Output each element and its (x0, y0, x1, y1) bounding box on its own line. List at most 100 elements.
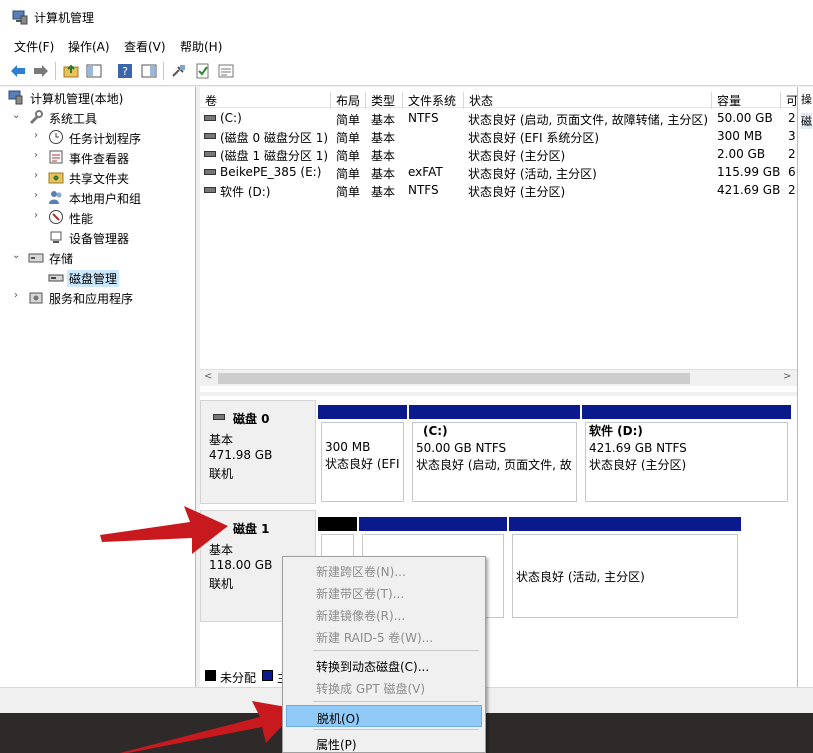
volume-layout: 简单 (336, 113, 361, 127)
drive-icon (204, 187, 216, 193)
tree-label: 设备管理器 (69, 232, 130, 246)
menu-new-striped-volume[interactable]: 新建带区卷(T)... (286, 581, 482, 603)
menu-view[interactable]: 查看(V) (124, 38, 166, 55)
disk0-partition-c[interactable]: (C:) 50.00 GB NTFS 状态良好 (启动, 页面文件, 故 (409, 405, 580, 505)
col-status[interactable]: 状态 (463, 92, 493, 109)
legend-primary-swatch (262, 670, 273, 681)
disk0-partition-efi[interactable]: 300 MB 状态良好 (EFI (318, 405, 407, 505)
disk-name: 磁盘 1 (233, 522, 270, 536)
properties-pane-icon[interactable] (140, 62, 158, 80)
toolbar: ? (0, 56, 813, 86)
tree-label: 服务和应用程序 (49, 292, 134, 306)
disk0-partition-d[interactable]: 软件 (D:) 421.69 GB NTFS 状态良好 (主分区) (582, 405, 791, 505)
volume-capacity: 300 MB (717, 129, 763, 143)
table-row[interactable]: BeikePE_385 (E:) 简单 基本 exFAT 状态良好 (活动, 主… (200, 163, 797, 181)
chevron-right-icon[interactable]: › (14, 290, 18, 301)
list-view-icon[interactable] (217, 62, 235, 80)
up-folder-icon[interactable] (62, 62, 80, 80)
partition-status: 状态良好 (EFI (325, 457, 400, 471)
chevron-down-icon[interactable]: ⌄ (12, 250, 20, 261)
scroll-left-icon[interactable]: < (204, 371, 212, 382)
primary-partition-bar (318, 405, 407, 419)
scroll-right-icon[interactable]: > (783, 371, 791, 382)
services-icon (29, 292, 43, 304)
volume-status: 状态良好 (EFI 系统分区) (468, 131, 600, 145)
tree-item-device-manager[interactable]: 设备管理器 (0, 227, 196, 247)
disk-0-label[interactable]: 磁盘 0 基本 471.98 GB 联机 (200, 400, 316, 504)
chevron-right-icon[interactable]: › (34, 190, 38, 201)
actions-panel: 操 磁 (797, 87, 813, 687)
show-hide-tree-icon[interactable] (85, 62, 103, 80)
volume-name: (磁盘 0 磁盘分区 1) (220, 131, 329, 145)
disk1-partition-e[interactable]: 状态良好 (活动, 主分区) (509, 517, 741, 621)
drive-icon (204, 115, 216, 121)
menu-label: 新建 RAID-5 卷(W)... (316, 631, 434, 645)
menu-properties[interactable]: 属性(P) (286, 732, 482, 752)
partition-status: 状态良好 (主分区) (589, 458, 687, 472)
scroll-thumb[interactable] (218, 373, 690, 384)
menu-label: 转换到动态磁盘(C)... (316, 660, 430, 674)
col-type[interactable]: 类型 (365, 92, 395, 109)
tree-item-local-users[interactable]: › 本地用户和组 (0, 187, 196, 207)
primary-partition-bar (509, 517, 741, 531)
menu-new-mirrored-volume[interactable]: 新建镜像卷(R)... (286, 603, 482, 625)
check-document-icon[interactable] (194, 62, 212, 80)
volume-status: 状态良好 (主分区) (468, 185, 566, 199)
menu-help[interactable]: 帮助(H) (180, 38, 222, 55)
menu-new-raid5-volume[interactable]: 新建 RAID-5 卷(W)... (286, 625, 482, 647)
tree-item-storage[interactable]: ⌄ 存储 (0, 247, 196, 267)
back-arrow-icon[interactable] (9, 62, 27, 80)
menu-label: 脱机(O) (317, 712, 360, 726)
tree-item-task-scheduler[interactable]: › 任务计划程序 (0, 127, 196, 147)
col-extra[interactable]: 可 (780, 92, 798, 109)
table-row[interactable]: (磁盘 0 磁盘分区 1) 简单 基本 状态良好 (EFI 系统分区) 300 … (200, 127, 797, 145)
col-capacity[interactable]: 容量 (711, 92, 741, 109)
partition-body: 软件 (D:) 421.69 GB NTFS 状态良好 (主分区) (585, 422, 788, 502)
horizontal-scrollbar[interactable]: < > (200, 369, 797, 386)
tree-item-performance[interactable]: › 性能 (0, 207, 196, 227)
disk-icon (213, 414, 225, 420)
tree-label: 本地用户和组 (69, 192, 142, 206)
tree-item-event-viewer[interactable]: › 事件查看器 (0, 147, 196, 167)
tree-item-root[interactable]: 计算机管理(本地) (0, 87, 196, 107)
tree-item-system-tools[interactable]: ⌄ 系统工具 (0, 107, 196, 127)
table-row[interactable]: (磁盘 1 磁盘分区 1) 简单 基本 状态良好 (主分区) 2.00 GB 2 (200, 145, 797, 163)
chevron-right-icon[interactable]: › (34, 130, 38, 141)
drive-icon (204, 151, 216, 157)
forward-arrow-icon[interactable] (32, 62, 50, 80)
tree-item-disk-management[interactable]: 磁盘管理 (0, 267, 196, 287)
menu-separator (313, 650, 479, 651)
menu-bar: 文件(F) 操作(A) 查看(V) 帮助(H) (0, 34, 813, 56)
table-row[interactable]: 软件 (D:) 简单 基本 NTFS 状态良好 (主分区) 421.69 GB … (200, 181, 797, 199)
table-row[interactable]: (C:) 简单 基本 NTFS 状态良好 (启动, 页面文件, 故障转储, 主分… (200, 109, 797, 127)
col-filesystem[interactable]: 文件系统 (402, 92, 456, 109)
disk-size: 118.00 GB (209, 558, 273, 572)
help-icon[interactable]: ? (116, 62, 134, 80)
menu-offline[interactable]: 脱机(O) (286, 705, 482, 727)
menu-label: 转换成 GPT 磁盘(V) (316, 682, 426, 696)
volume-status: 状态良好 (主分区) (468, 149, 566, 163)
menu-file[interactable]: 文件(F) (14, 38, 54, 55)
chevron-right-icon[interactable]: › (34, 210, 38, 221)
volume-name: (C:) (220, 111, 242, 125)
title-bar: 计算机管理 (0, 0, 813, 34)
tree-label: 性能 (69, 212, 94, 226)
actions-item[interactable]: 磁 (801, 113, 812, 129)
chevron-down-icon[interactable]: ⌄ (12, 110, 20, 121)
volume-type: 基本 (371, 131, 396, 145)
tree-item-shared-folders[interactable]: › 共享文件夹 (0, 167, 196, 187)
volume-type: 基本 (371, 185, 396, 199)
menu-action[interactable]: 操作(A) (68, 38, 110, 55)
chevron-right-icon[interactable]: › (34, 170, 38, 181)
connect-icon[interactable] (170, 62, 188, 80)
menu-convert-dynamic[interactable]: 转换到动态磁盘(C)... (286, 654, 482, 676)
menu-convert-gpt[interactable]: 转换成 GPT 磁盘(V) (286, 676, 482, 698)
chevron-right-icon[interactable]: › (34, 150, 38, 161)
col-layout[interactable]: 布局 (330, 92, 360, 109)
volume-name: 软件 (D:) (220, 185, 271, 199)
menu-new-spanned-volume[interactable]: 新建跨区卷(N)... (286, 559, 482, 581)
tree-item-services-apps[interactable]: › 服务和应用程序 (0, 287, 196, 307)
col-volume[interactable]: 卷 (200, 92, 217, 109)
partition-body: 300 MB 状态良好 (EFI (321, 422, 404, 502)
tree-label: 存储 (49, 252, 74, 266)
